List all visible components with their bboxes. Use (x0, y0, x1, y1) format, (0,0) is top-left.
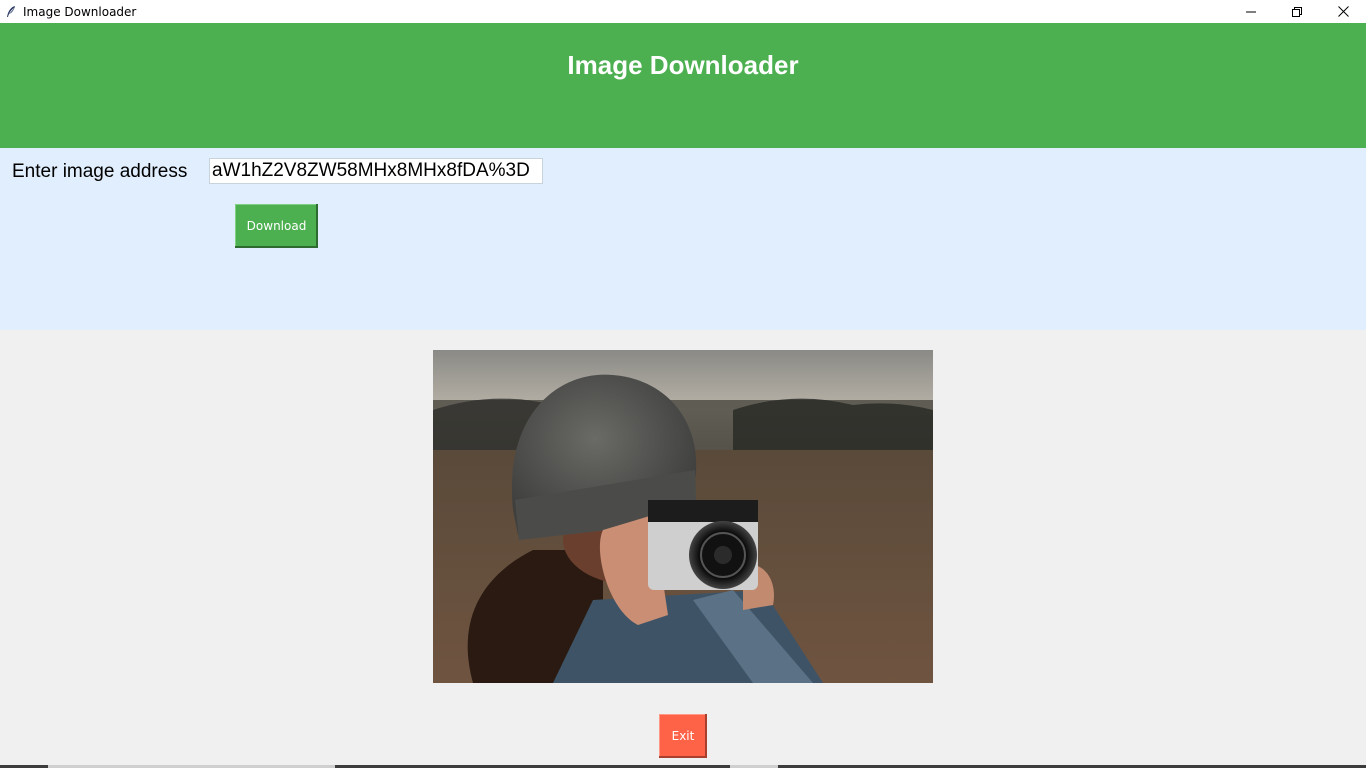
close-icon (1337, 6, 1349, 17)
downloaded-image (433, 350, 933, 683)
minimize-button[interactable] (1228, 0, 1274, 23)
download-button[interactable]: Download (235, 204, 318, 248)
address-label: Enter image address (12, 161, 188, 182)
exit-button[interactable]: Exit (659, 714, 707, 758)
window-titlebar: Image Downloader (0, 0, 1366, 23)
address-panel: Enter image address Download (0, 148, 1366, 330)
close-button[interactable] (1320, 0, 1366, 23)
photo-image-icon (433, 350, 933, 683)
app-header: Image Downloader (0, 23, 1366, 148)
restore-button[interactable] (1274, 0, 1320, 23)
window-controls (1228, 0, 1366, 23)
minimize-icon (1246, 11, 1256, 12)
window-title: Image Downloader (23, 4, 137, 19)
restore-icon (1292, 6, 1302, 17)
address-input[interactable] (209, 158, 543, 184)
page-title: Image Downloader (567, 50, 799, 80)
feather-icon (5, 5, 17, 19)
